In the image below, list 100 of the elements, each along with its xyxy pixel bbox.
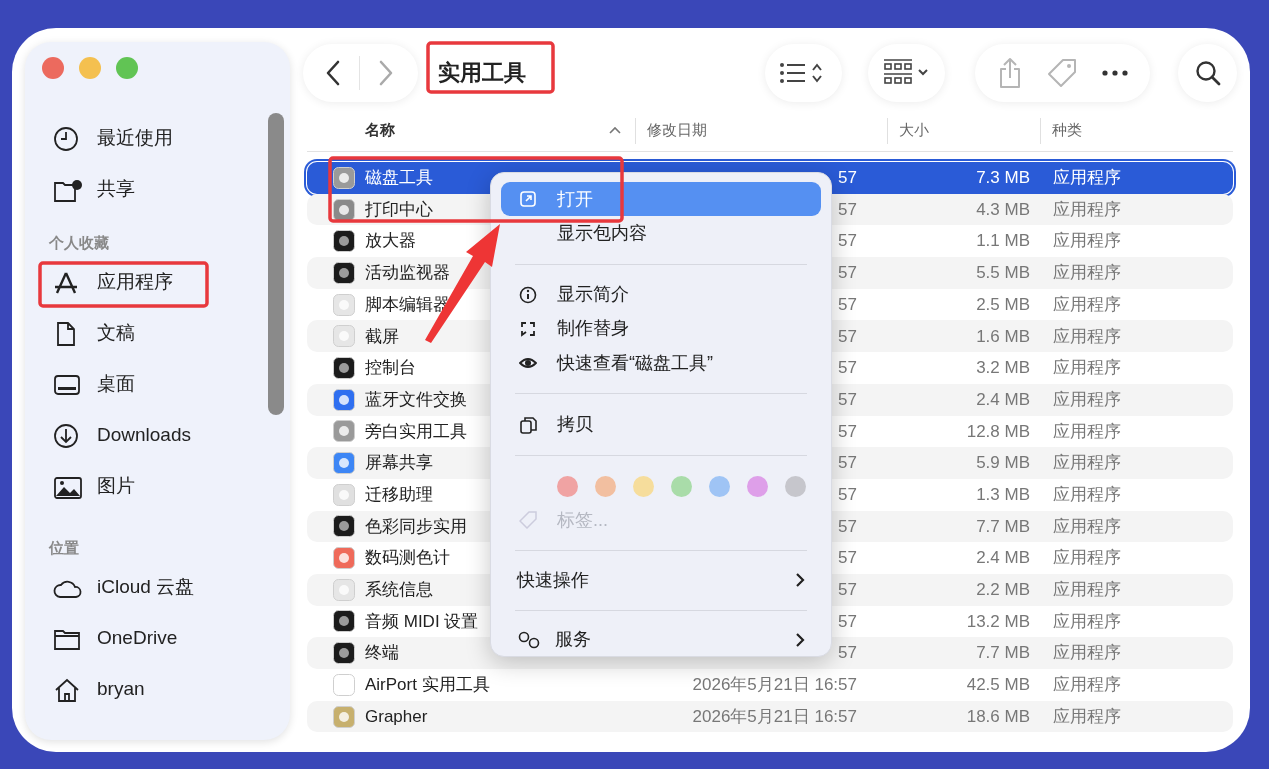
sidebar-item[interactable]: 应用程序 [97, 268, 173, 297]
app-icon [333, 293, 355, 316]
more-icon[interactable] [1101, 70, 1128, 76]
table-cell: 应用程序 [1053, 548, 1121, 568]
sidebar-item[interactable]: OneDrive [97, 624, 178, 653]
table-cell: 应用程序 [1053, 199, 1121, 219]
menu-item[interactable]: 快速查看“磁盘工具” [501, 346, 821, 381]
column-header[interactable]: 修改日期 [647, 119, 707, 142]
menu-item[interactable]: 快速操作 [501, 564, 821, 597]
menu-item[interactable]: 显示简介 [501, 277, 821, 312]
info-icon [519, 285, 537, 304]
sidebar-item[interactable]: 最近使用 [97, 124, 173, 153]
table-cell-text: 57 [838, 230, 857, 253]
table-cell: 应用程序 [1053, 484, 1121, 504]
app-icon [333, 642, 355, 665]
table-cell-text: 57 [838, 198, 857, 221]
sidebar-item[interactable]: bryan [97, 675, 145, 704]
table-cell-text: 57 [838, 357, 857, 380]
sidebar-item[interactable]: Downloads [97, 421, 191, 450]
table-cell-text: 57 [838, 610, 857, 633]
table-cell: 应用程序 [1053, 389, 1121, 409]
app-icon [333, 325, 355, 348]
app-icon [333, 578, 355, 601]
app-icon [333, 483, 355, 506]
app-icon [333, 547, 355, 570]
sidebar-item[interactable]: 文稿 [97, 319, 135, 348]
table-cell: 应用程序 [1053, 453, 1121, 473]
table-cell-text: 7.7 MB [976, 515, 1030, 538]
table-row[interactable]: Grapher 2026年5月21日 16:57 18.6 MB 应用程序 [307, 700, 1233, 733]
table-cell-text: Grapher [365, 705, 428, 728]
table-cell: 应用程序 [1053, 516, 1121, 536]
table-cell-text: 终端 [365, 642, 399, 665]
table-cell-text: 旁白实用工具 [365, 420, 467, 443]
close-button[interactable] [42, 57, 64, 79]
column-header[interactable]: 大小 [899, 119, 929, 142]
table-cell-text: 2.4 MB [976, 547, 1030, 570]
table-cell-text: 1.3 MB [976, 483, 1030, 506]
tag-icon [519, 511, 537, 530]
table-cell-text: 57 [838, 167, 857, 190]
scrollbar[interactable] [268, 113, 284, 415]
column-header[interactable]: 种类 [1052, 119, 1082, 142]
table-cell-text: 7.3 MB [976, 167, 1030, 190]
app-icon [333, 452, 355, 475]
menu-item[interactable]: 拷贝 [501, 407, 821, 442]
table-cell-text: 57 [838, 388, 857, 411]
sidebar-item[interactable]: 共享 [97, 175, 135, 204]
table-cell-text: 5.9 MB [976, 452, 1030, 475]
back-icon[interactable] [325, 60, 341, 86]
table-cell-text: 57 [838, 452, 857, 475]
minimize-button[interactable] [79, 57, 101, 79]
table-cell: 应用程序 [1053, 263, 1121, 283]
menu-item[interactable]: 制作替身 [501, 311, 821, 347]
search-icon [1194, 60, 1221, 86]
table-cell-text: 3.2 MB [976, 357, 1030, 380]
table-cell-text: 打印中心 [365, 198, 433, 221]
sidebar-item[interactable]: iCloud 云盘 [97, 573, 195, 602]
table-cell-text: 数码测色计 [365, 547, 450, 570]
section-heading: 个人收藏 [49, 233, 110, 253]
table-cell-text: AirPort 实用工具 [365, 674, 490, 697]
alias-icon [519, 320, 537, 338]
table-cell-text: 迁移助理 [365, 483, 433, 506]
table-cell-text: 放大器 [365, 230, 416, 253]
table-cell-text: 7.7 MB [976, 642, 1030, 665]
app-icon [333, 705, 355, 728]
table-cell-text: 13.2 MB [966, 610, 1030, 633]
table-cell-text: 1.6 MB [976, 325, 1030, 348]
table-cell-text: 57 [838, 420, 857, 443]
tag-icon[interactable] [1047, 58, 1078, 88]
sidebar-item[interactable]: 图片 [97, 472, 135, 501]
table-cell-text: 57 [838, 515, 857, 538]
table-cell-text: 系统信息 [365, 579, 433, 602]
table-cell: 应用程序 [1053, 231, 1121, 251]
table-cell-text: 蓝牙文件交换 [365, 388, 467, 411]
table-cell: 应用程序 [1053, 326, 1121, 346]
app-icon [333, 166, 355, 189]
sidebar-item[interactable]: 桌面 [97, 370, 135, 399]
table-cell-text: 屏幕共享 [365, 452, 433, 475]
column-header[interactable]: 名称 [365, 119, 395, 142]
table-cell-text: 2.5 MB [976, 293, 1030, 316]
menu-item[interactable]: 服务 [501, 623, 821, 656]
table-cell: 应用程序 [1053, 358, 1121, 378]
table-cell-text: 18.6 MB [966, 705, 1030, 728]
zoom-button[interactable] [116, 57, 138, 79]
app-icon [333, 420, 355, 443]
table-cell-text: 12.8 MB [966, 420, 1030, 443]
app-icon [333, 230, 355, 253]
table-cell-text: 57 [838, 262, 857, 285]
app-icon [333, 388, 355, 411]
table-cell: 应用程序 [1053, 611, 1121, 631]
copy-icon [519, 415, 537, 434]
open-icon [519, 190, 537, 209]
table-cell-text: 2.4 MB [976, 388, 1030, 411]
table-cell-text: 57 [838, 293, 857, 316]
menu-item[interactable]: 显示包内容 [501, 216, 821, 251]
table-cell-text: 截屏 [365, 325, 399, 348]
table-cell-text: 磁盘工具 [365, 167, 433, 190]
table-cell-text: 42.5 MB [966, 674, 1030, 697]
forward-icon[interactable] [378, 60, 394, 86]
app-icon [333, 261, 355, 284]
table-cell-text: 控制台 [365, 357, 416, 380]
